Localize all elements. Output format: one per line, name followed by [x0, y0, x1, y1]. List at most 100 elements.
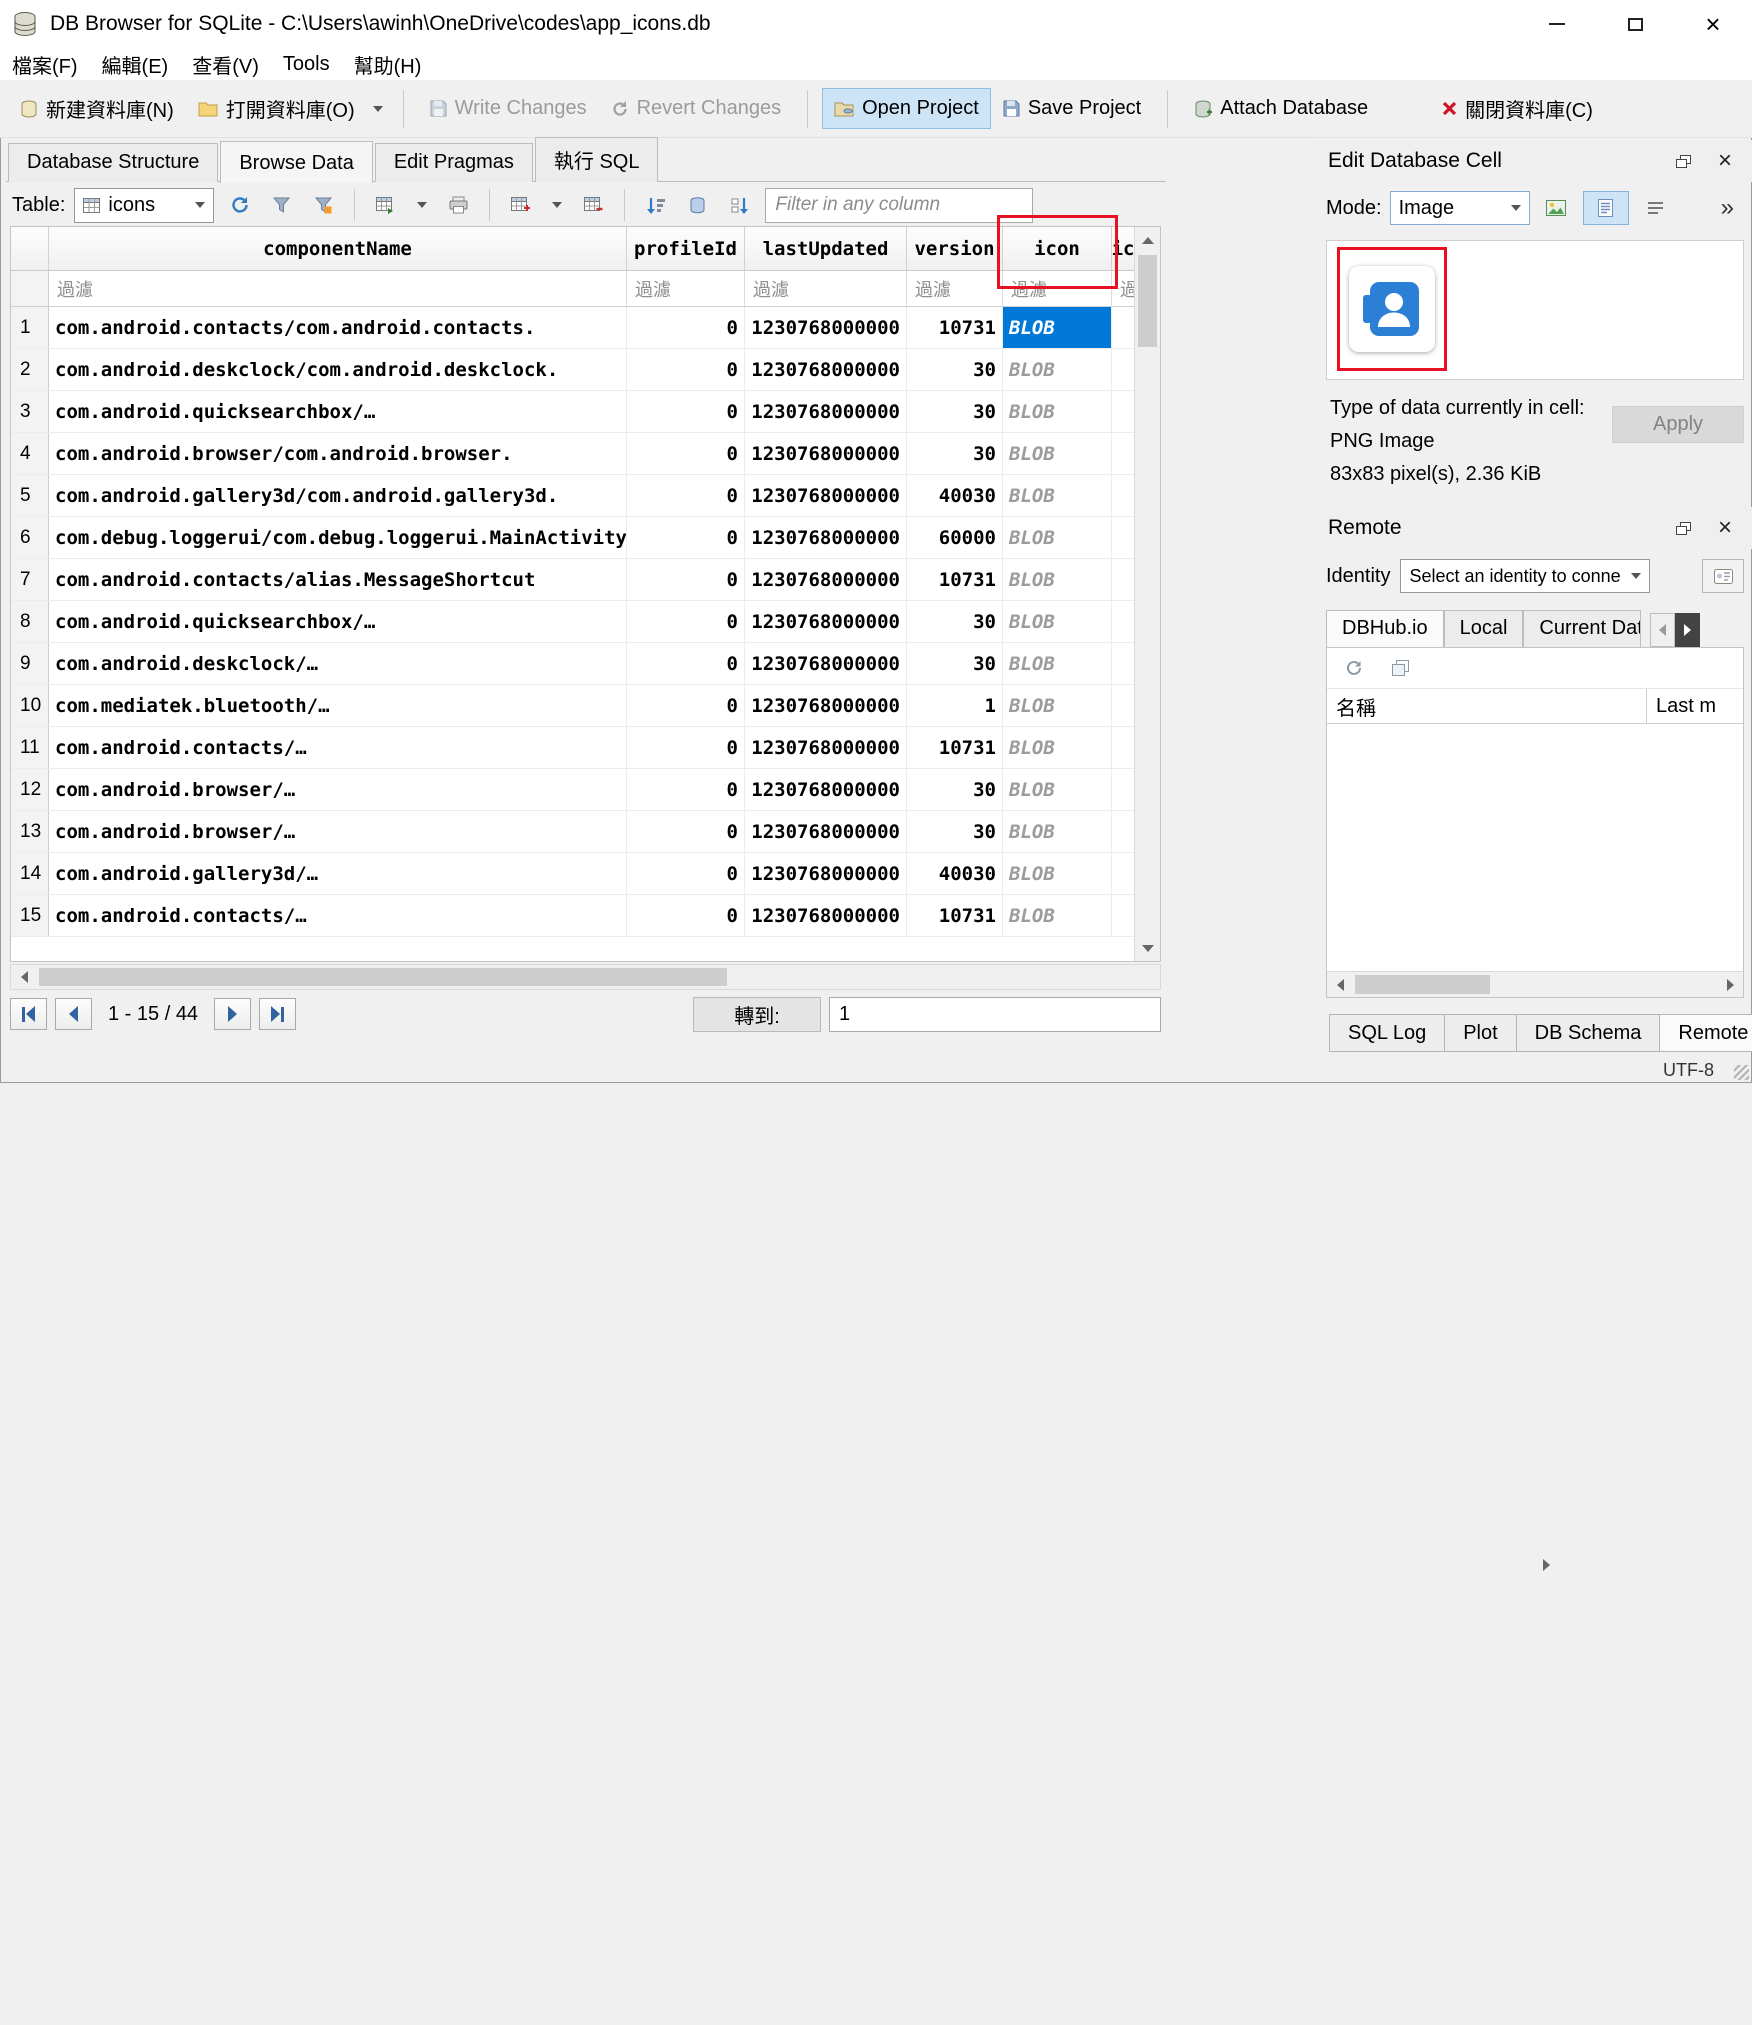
cell-componentName[interactable]: com.android.gallery3d/com.android.galler… [49, 475, 627, 516]
cell-profileId[interactable]: 0 [627, 895, 745, 936]
tab-execute-sql[interactable]: 執行 SQL [535, 137, 659, 182]
word-wrap-button[interactable] [1637, 191, 1674, 225]
cell-lastUpdated[interactable]: 1230768000000 [745, 601, 907, 642]
cell-profileId[interactable]: 0 [627, 769, 745, 810]
cell-profileId[interactable]: 0 [627, 475, 745, 516]
vscroll-thumb[interactable] [1138, 255, 1157, 347]
dock-tab-plot[interactable]: Plot [1444, 1014, 1516, 1052]
print-button[interactable] [442, 189, 475, 222]
table-row[interactable]: 2 com.android.deskclock/com.android.desk… [11, 349, 1134, 391]
export-table-dropdown[interactable] [411, 184, 433, 226]
vscroll-up-button[interactable] [1135, 227, 1160, 253]
cell-version[interactable]: 10731 [907, 727, 1003, 768]
cell-componentName[interactable]: com.android.quicksearchbox/… [49, 391, 627, 432]
row-number[interactable]: 10 [11, 685, 49, 726]
hscroll-left-button[interactable] [11, 965, 37, 989]
cell-componentName[interactable]: com.android.contacts/com.android.contact… [49, 307, 627, 348]
cell-version[interactable]: 30 [907, 391, 1003, 432]
row-number[interactable]: 1 [11, 307, 49, 348]
cell-componentName[interactable]: com.android.contacts/… [49, 895, 627, 936]
menu-edit[interactable]: 編輯(E) [90, 48, 181, 80]
cell-version[interactable]: 30 [907, 433, 1003, 474]
tab-scroll-right-button[interactable] [1675, 613, 1700, 647]
cell-profileId[interactable]: 0 [627, 391, 745, 432]
close-database-button[interactable]: 關閉資料庫(C) [1430, 85, 1605, 132]
row-number[interactable]: 6 [11, 517, 49, 558]
sort-az-button[interactable] [723, 189, 756, 222]
cell-icon-blob[interactable]: BLOB [1003, 475, 1112, 516]
table-row[interactable]: 1 com.android.contacts/com.android.conta… [11, 307, 1134, 349]
cell-lastUpdated[interactable]: 1230768000000 [745, 685, 907, 726]
row-number[interactable]: 12 [11, 769, 49, 810]
row-number[interactable]: 2 [11, 349, 49, 390]
remote-column-last-modified[interactable]: Last m [1647, 689, 1743, 723]
cell-componentName[interactable]: com.android.deskclock/com.android.deskcl… [49, 349, 627, 390]
table-row[interactable]: 5 com.android.gallery3d/com.android.gall… [11, 475, 1134, 517]
row-number[interactable]: 3 [11, 391, 49, 432]
cell-lastUpdated[interactable]: 1230768000000 [745, 853, 907, 894]
table-row[interactable]: 3 com.android.quicksearchbox/… 0 1230768… [11, 391, 1134, 433]
remote-tab-local[interactable]: Local [1444, 610, 1524, 647]
cell-lastUpdated[interactable]: 1230768000000 [745, 559, 907, 600]
remote-tab-current-database[interactable]: Current Dat [1523, 610, 1641, 647]
row-number[interactable]: 7 [11, 559, 49, 600]
cell-lastUpdated[interactable]: 1230768000000 [745, 307, 907, 348]
close-panel-button[interactable]: × [1712, 515, 1738, 541]
cell-lastUpdated[interactable]: 1230768000000 [745, 517, 907, 558]
cell-icon-blob[interactable]: BLOB [1003, 307, 1112, 348]
cell-version[interactable]: 30 [907, 601, 1003, 642]
cell-icon-blob[interactable]: BLOB [1003, 811, 1112, 852]
cell-lastUpdated[interactable]: 1230768000000 [745, 769, 907, 810]
import-image-button[interactable] [1538, 191, 1575, 225]
cell-componentName[interactable]: com.debug.loggerui/com.debug.loggerui.Ma… [49, 517, 627, 558]
cell-profileId[interactable]: 0 [627, 307, 745, 348]
last-page-button[interactable] [259, 998, 296, 1030]
hscroll-thumb[interactable] [1355, 975, 1490, 994]
cell-profileId[interactable]: 0 [627, 853, 745, 894]
column-header-profileId[interactable]: profileId [627, 227, 745, 270]
hscroll-thumb[interactable] [39, 968, 727, 986]
import-certificate-button[interactable] [1702, 559, 1744, 593]
column-header-componentName[interactable]: componentName [49, 227, 627, 270]
table-row[interactable]: 8 com.android.quicksearchbox/… 0 1230768… [11, 601, 1134, 643]
cell-componentName[interactable]: com.android.contacts/alias.MessageShortc… [49, 559, 627, 600]
row-number[interactable]: 13 [11, 811, 49, 852]
tab-edit-pragmas[interactable]: Edit Pragmas [375, 143, 533, 182]
filter-button[interactable] [265, 189, 298, 222]
insert-record-button[interactable] [504, 189, 537, 222]
cell-icon-blob[interactable]: BLOB [1003, 559, 1112, 600]
mode-selector[interactable]: Image [1390, 191, 1530, 225]
cell-icon-blob[interactable]: BLOB [1003, 643, 1112, 684]
open-project-button[interactable]: Open Project [822, 88, 991, 129]
table-row[interactable]: 4 com.android.browser/com.android.browse… [11, 433, 1134, 475]
cell-version[interactable]: 30 [907, 811, 1003, 852]
row-number[interactable]: 15 [11, 895, 49, 936]
cell-profileId[interactable]: 0 [627, 349, 745, 390]
close-button[interactable]: × [1674, 0, 1752, 48]
open-database-dropdown[interactable] [367, 80, 389, 137]
first-page-button[interactable] [10, 998, 47, 1030]
cell-version[interactable]: 10731 [907, 559, 1003, 600]
next-page-button[interactable] [214, 998, 251, 1030]
filter-any-column-input[interactable] [765, 188, 1033, 223]
filter-partial[interactable]: 過濾 [1112, 271, 1134, 306]
attach-database-button[interactable]: Attach Database [1182, 88, 1380, 129]
apply-button[interactable]: Apply [1612, 406, 1744, 443]
select-all-corner[interactable] [11, 227, 49, 270]
sort-button[interactable] [639, 189, 672, 222]
cell-profileId[interactable]: 0 [627, 433, 745, 474]
hscroll-left-button[interactable] [1327, 972, 1353, 997]
table-row[interactable]: 11 com.android.contacts/… 0 123076800000… [11, 727, 1134, 769]
cell-profileId[interactable]: 0 [627, 811, 745, 852]
new-database-button[interactable]: 新建資料庫(N) [8, 85, 186, 132]
table-selector[interactable]: icons [74, 188, 214, 223]
filter-profileId[interactable]: 過濾 [627, 271, 745, 306]
table-row[interactable]: 15 com.android.contacts/… 0 123076800000… [11, 895, 1134, 937]
float-panel-button[interactable] [1670, 148, 1696, 174]
close-panel-button[interactable]: × [1712, 148, 1738, 174]
table-row[interactable]: 6 com.debug.loggerui/com.debug.loggerui.… [11, 517, 1134, 559]
dock-tab-remote[interactable]: Remote [1659, 1014, 1752, 1052]
row-number[interactable]: 11 [11, 727, 49, 768]
cell-version[interactable]: 40030 [907, 475, 1003, 516]
table-row[interactable]: 14 com.android.gallery3d/… 0 12307680000… [11, 853, 1134, 895]
